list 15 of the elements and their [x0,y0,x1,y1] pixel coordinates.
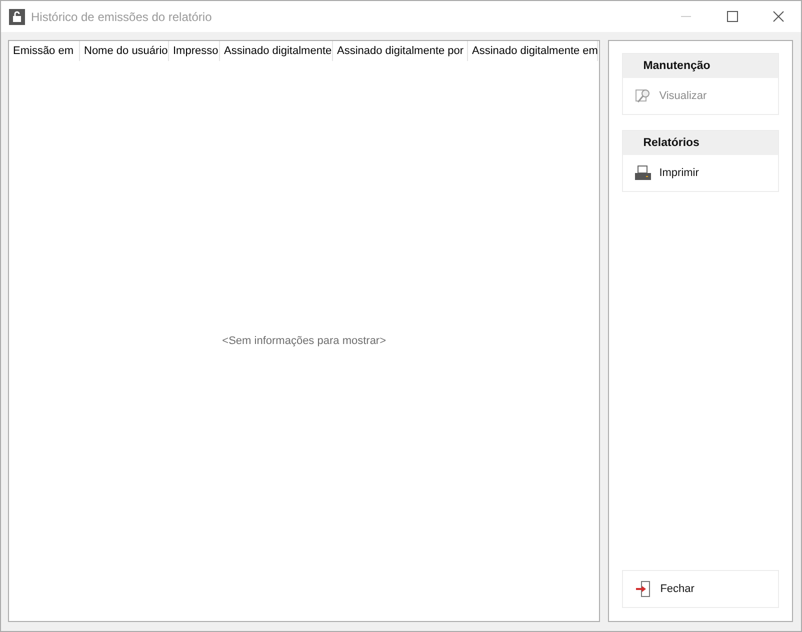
window-title: Histórico de emissões do relatório [31,10,213,24]
column-header[interactable]: Nome do usuário [80,41,169,61]
close-button[interactable]: Fechar [622,570,779,608]
column-header[interactable]: Assinado digitalmente por [333,41,468,61]
column-header[interactable]: Impresso [169,41,220,61]
column-header[interactable]: Assinado digitalmente [220,41,333,61]
printer-icon [635,165,652,181]
magnifier-icon [635,88,652,104]
empty-message: <Sem informações para mostrar> [222,335,386,347]
group-header: Relatórios [623,131,778,155]
column-header[interactable]: Emissão em [9,41,80,61]
lock-icon [9,8,25,24]
exit-icon [636,581,652,597]
column-header[interactable]: Assinado digitalmente em [468,41,598,61]
group-header: Manutenção [623,54,778,78]
